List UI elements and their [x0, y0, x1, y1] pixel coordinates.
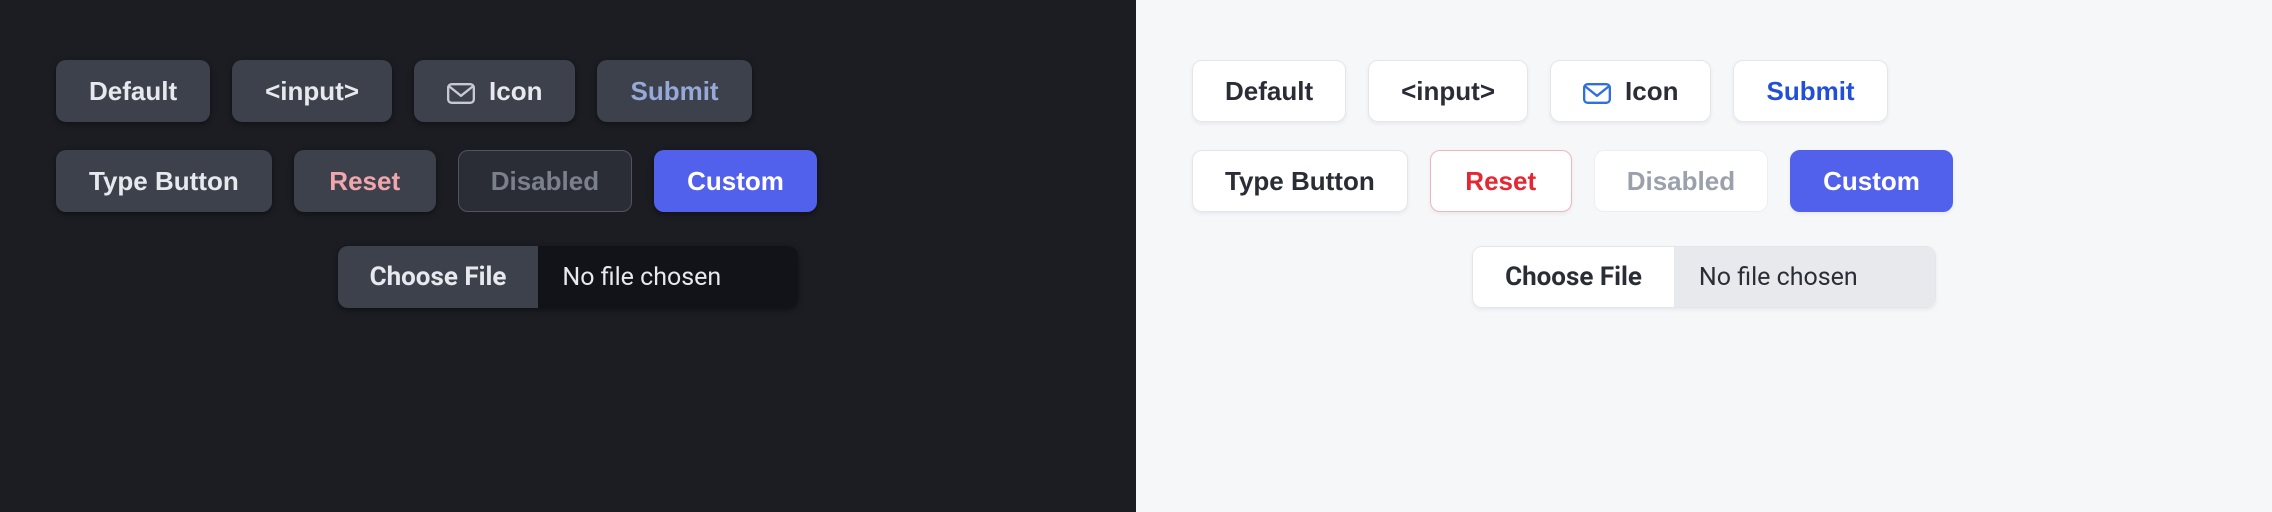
input-button[interactable]: <input>	[1368, 60, 1528, 122]
choose-file-label: Choose File	[370, 262, 507, 292]
light-row-1: Default <input> Icon Submit	[1192, 60, 2216, 122]
file-status: No file chosen	[1675, 247, 1935, 307]
light-panel: Default <input> Icon Submit Type Button …	[1136, 0, 2272, 512]
disabled-button-label: Disabled	[1627, 166, 1735, 197]
input-button-label: <input>	[1401, 76, 1495, 107]
submit-button-label: Submit	[630, 76, 718, 107]
icon-button[interactable]: Icon	[1550, 60, 1711, 122]
custom-button-label: Custom	[687, 166, 784, 197]
icon-button-label: Icon	[1625, 76, 1678, 107]
reset-button-label: Reset	[329, 166, 400, 197]
light-file-row: Choose File No file chosen	[1192, 246, 2216, 308]
dark-row-1: Default <input> Icon Submit	[56, 60, 1080, 122]
type-button[interactable]: Type Button	[1192, 150, 1408, 212]
default-button[interactable]: Default	[56, 60, 210, 122]
file-input[interactable]: Choose File No file chosen	[338, 246, 799, 308]
input-button-label: <input>	[265, 76, 359, 107]
dark-row-2: Type Button Reset Disabled Custom	[56, 150, 1080, 212]
mail-icon	[1583, 80, 1611, 102]
dark-panel: Default <input> Icon Submit Type Button …	[0, 0, 1136, 512]
submit-button[interactable]: Submit	[597, 60, 751, 122]
reset-button[interactable]: Reset	[1430, 150, 1572, 212]
disabled-button: Disabled	[458, 150, 632, 212]
reset-button-label: Reset	[1465, 166, 1536, 197]
light-row-2: Type Button Reset Disabled Custom	[1192, 150, 2216, 212]
type-button-label: Type Button	[89, 166, 239, 197]
type-button[interactable]: Type Button	[56, 150, 272, 212]
custom-button-label: Custom	[1823, 166, 1920, 197]
submit-button-label: Submit	[1766, 76, 1854, 107]
default-button[interactable]: Default	[1192, 60, 1346, 122]
disabled-button: Disabled	[1594, 150, 1768, 212]
custom-button[interactable]: Custom	[654, 150, 817, 212]
submit-button[interactable]: Submit	[1733, 60, 1887, 122]
choose-file-button[interactable]: Choose File	[1473, 247, 1675, 307]
default-button-label: Default	[89, 76, 177, 107]
disabled-button-label: Disabled	[491, 166, 599, 197]
default-button-label: Default	[1225, 76, 1313, 107]
input-button[interactable]: <input>	[232, 60, 392, 122]
choose-file-label: Choose File	[1505, 262, 1642, 292]
icon-button[interactable]: Icon	[414, 60, 575, 122]
file-status-text: No file chosen	[1699, 263, 1858, 292]
file-status: No file chosen	[538, 246, 798, 308]
mail-icon	[447, 80, 475, 102]
type-button-label: Type Button	[1225, 166, 1375, 197]
icon-button-label: Icon	[489, 76, 542, 107]
file-status-text: No file chosen	[562, 263, 721, 292]
file-input[interactable]: Choose File No file chosen	[1472, 246, 1936, 308]
dark-file-row: Choose File No file chosen	[56, 246, 1080, 308]
reset-button[interactable]: Reset	[294, 150, 436, 212]
choose-file-button[interactable]: Choose File	[338, 246, 539, 308]
custom-button[interactable]: Custom	[1790, 150, 1953, 212]
